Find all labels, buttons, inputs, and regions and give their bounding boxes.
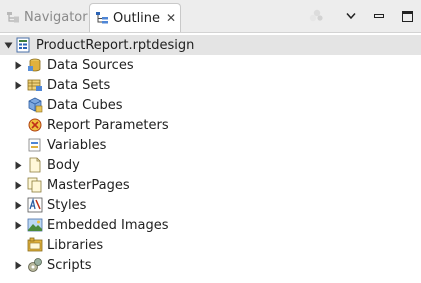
tree-item-label: MasterPages — [47, 177, 130, 193]
tree-item-label: Report Parameters — [47, 117, 169, 133]
tree-item-data-cubes[interactable]: Data Cubes — [0, 95, 421, 115]
tree-item-label: Data Sources — [47, 57, 134, 73]
tree-item-master-pages[interactable]: MasterPages — [0, 175, 421, 195]
libraries-icon — [27, 237, 43, 252]
expand-toggle-icon[interactable] — [13, 60, 23, 70]
expand-toggle-icon[interactable] — [13, 220, 23, 230]
tree-item-label: Scripts — [47, 257, 92, 273]
data-cubes-icon — [28, 97, 43, 113]
expand-toggle-icon[interactable] — [13, 260, 23, 270]
report-design-icon — [16, 37, 30, 53]
tree-item-data-sets[interactable]: Data Sets — [0, 75, 421, 95]
tab-navigator[interactable]: Navigator — [1, 3, 89, 32]
tree-item-data-sources[interactable]: Data Sources — [0, 55, 421, 75]
body-icon — [29, 157, 41, 173]
styles-icon — [27, 197, 43, 213]
expand-toggle-icon[interactable] — [13, 160, 23, 170]
tab-outline[interactable]: Outline ✕ — [89, 3, 181, 32]
view-tab-bar: Navigator Outline ✕ — [0, 0, 421, 32]
tree-item-report-parameters[interactable]: Report Parameters — [0, 115, 421, 135]
tree-item-label: Embedded Images — [47, 217, 169, 233]
expand-toggle-icon[interactable] — [13, 200, 23, 210]
tree-root[interactable]: ProductReport.rptdesign — [0, 35, 421, 55]
close-icon[interactable]: ✕ — [166, 11, 176, 25]
collapse-toggle-icon[interactable] — [3, 40, 13, 50]
tree-root-label: ProductReport.rptdesign — [36, 37, 195, 53]
tree-item-body[interactable]: Body — [0, 155, 421, 175]
link-with-editor-icon[interactable] — [306, 6, 326, 26]
tree-item-label: Libraries — [47, 237, 104, 253]
tree-item-label: Data Cubes — [47, 97, 123, 113]
navigator-icon — [7, 11, 19, 22]
master-pages-icon — [27, 177, 42, 193]
expand-toggle-icon[interactable] — [13, 180, 23, 190]
tree-item-variables[interactable]: Variables — [0, 135, 421, 155]
tree-item-libraries[interactable]: Libraries — [0, 235, 421, 255]
expand-toggle-icon[interactable] — [13, 80, 23, 90]
tab-bar-divider — [0, 32, 421, 33]
outline-icon — [96, 12, 108, 24]
tree-item-styles[interactable]: Styles — [0, 195, 421, 215]
tab-outline-label: Outline — [113, 10, 161, 26]
tree-item-label: Body — [47, 157, 80, 173]
tab-navigator-label: Navigator — [24, 10, 88, 25]
variables-icon — [28, 138, 41, 152]
data-sources-icon — [28, 58, 41, 72]
report-parameters-icon — [28, 118, 42, 132]
embedded-images-icon — [27, 218, 43, 232]
tree-item-label: Styles — [47, 197, 87, 213]
minimize-icon[interactable] — [369, 6, 389, 26]
tree-item-label: Variables — [47, 137, 107, 153]
outline-view: Navigator Outline ✕ ProductReport.rptdes… — [0, 0, 421, 283]
tree-item-scripts[interactable]: Scripts — [0, 255, 421, 275]
tree-item-label: Data Sets — [47, 77, 111, 93]
view-menu-icon[interactable] — [341, 6, 361, 26]
maximize-icon[interactable] — [397, 6, 417, 26]
tree-item-embedded-images[interactable]: Embedded Images — [0, 215, 421, 235]
scripts-icon — [28, 258, 42, 272]
data-sets-icon — [27, 79, 42, 91]
